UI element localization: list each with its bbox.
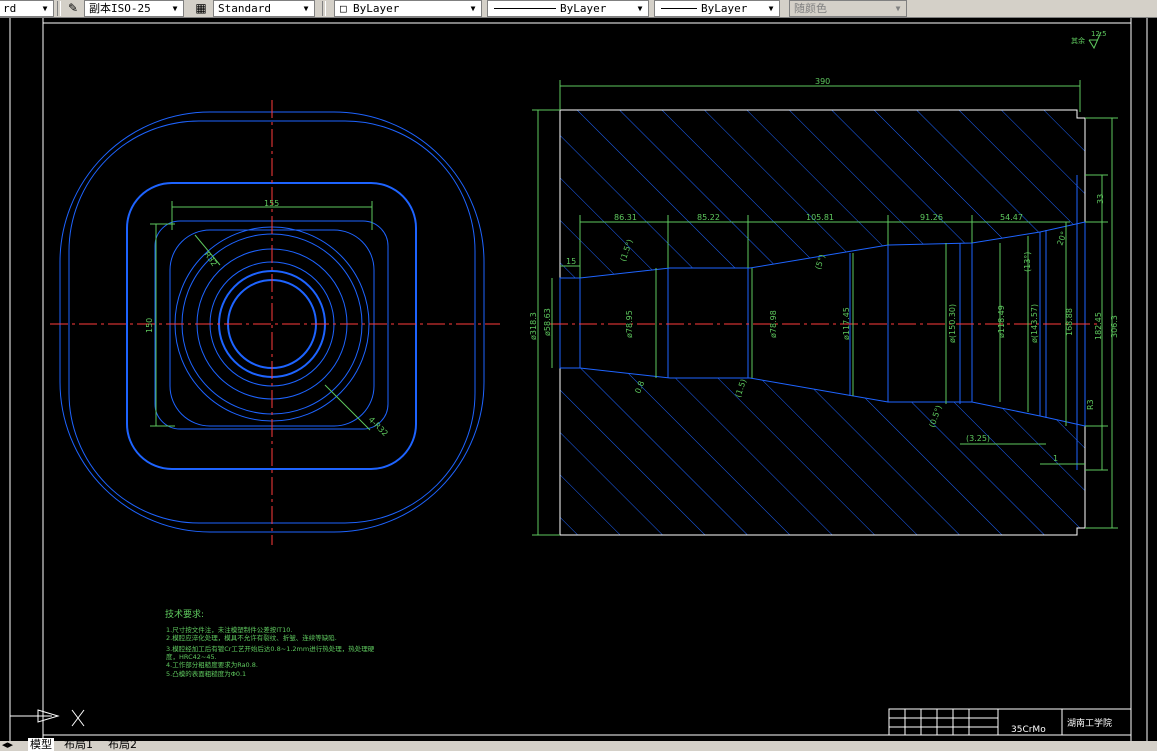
tab-layout1[interactable]: 布局1 — [64, 738, 93, 751]
drawing-canvas[interactable]: 155 150 R32 4-R32 390 86.31 85.22 105.81… — [0, 18, 1157, 741]
dim-118: ø118.49 — [997, 305, 1006, 338]
layout-tabbar: ◂▸ 模型 布局1 布局2 — [0, 738, 1157, 751]
chevron-down-icon: ▼ — [637, 4, 643, 13]
dim-78b: ø78.98 — [769, 310, 778, 338]
dim-33: 33 — [1096, 194, 1105, 204]
lineweight-combo[interactable]: ByLayer ▼ — [654, 0, 780, 17]
dim-78a: ø78.95 — [625, 310, 634, 338]
table-style-combo[interactable]: Standard ▼ — [213, 0, 315, 17]
top-view-dimensions — [150, 201, 373, 431]
dim-angle-d: (13°) — [1023, 252, 1032, 272]
linetype-sample-line — [494, 8, 556, 9]
dim-r3: R3 — [1086, 399, 1095, 410]
lineweight-value: ByLayer — [701, 2, 748, 15]
tech-line-4: 度，HRC42~45. — [166, 652, 217, 661]
dim-91-26: 91.26 — [920, 213, 943, 222]
dim-105-81: 105.81 — [806, 213, 834, 222]
dim-3-25: (3.25) — [966, 434, 990, 443]
dim-150-30: ø(150.30) — [948, 304, 957, 343]
tab-layout2[interactable]: 布局2 — [108, 738, 137, 751]
chevron-down-icon: ▼ — [470, 4, 476, 13]
chevron-down-icon: ▼ — [172, 4, 178, 13]
tech-line-1: 1.尺寸按文件注，未注模塑制件公差按IT10. — [166, 625, 292, 634]
table-style-icon[interactable]: ▦ — [193, 1, 209, 16]
roughness-value: 12.5 — [1091, 30, 1107, 38]
tech-line-5: 4.工作部分粗糙度要求为Ra0.8. — [166, 660, 258, 669]
text-style-combo[interactable]: rd ▼ — [0, 0, 54, 17]
plot-style-combo[interactable]: 随颜色 ▼ — [789, 0, 907, 17]
dim-86-31: 86.31 — [614, 213, 637, 222]
dim-style-combo[interactable]: 副本ISO-25 ▼ — [84, 0, 184, 17]
dim-306: 306.3 — [1110, 315, 1119, 338]
dim-58: ø58.63 — [543, 308, 552, 336]
toolbar-separator — [322, 1, 326, 16]
chevron-down-icon: ▼ — [42, 4, 48, 13]
dim-182: 182.45 — [1094, 312, 1103, 340]
dim-117: ø117.45 — [842, 307, 851, 340]
dim-168: 168.88 — [1065, 308, 1074, 336]
table-style-value: Standard — [218, 2, 271, 15]
roughness-symbol: 其余 12.5 — [1071, 30, 1107, 50]
dim-143: ø(143.57) — [1030, 304, 1039, 343]
color-control-combo[interactable]: □ ByLayer ▼ — [334, 0, 482, 17]
dim-390: 390 — [815, 77, 830, 86]
chevron-down-icon: ▼ — [895, 4, 901, 13]
dim-150: 150 — [145, 318, 154, 333]
title-school: 湖南工学院 — [1067, 717, 1112, 729]
color-swatch-icon: □ — [340, 2, 347, 15]
roughness-label: 其余 — [1071, 36, 1085, 45]
properties-toolbar: rd ▼ ✎ 副本ISO-25 ▼ ▦ Standard ▼ □ ByLayer… — [0, 0, 1157, 18]
dimension-style-icon[interactable]: ✎ — [65, 1, 81, 16]
linetype-combo[interactable]: ByLayer ▼ — [487, 0, 649, 17]
dim-4-r32: 4-R32 — [367, 415, 390, 438]
title-material: 35CrMo — [1011, 725, 1046, 735]
tab-nav-arrows[interactable]: ◂▸ — [2, 738, 13, 751]
dim-85-22: 85.22 — [697, 213, 720, 222]
technical-requirements: 技术要求: 1.尺寸按文件注，未注模塑制件公差按IT10. 2.模腔应淬化处理，… — [165, 608, 375, 678]
dim-318: ø318.3 — [529, 312, 538, 340]
tech-line-2: 2.模腔应淬化处理，模具不允许有裂纹、折皱、连续等缺陷. — [166, 633, 337, 642]
tab-model[interactable]: 模型 — [28, 738, 54, 751]
dim-15: 15 — [566, 257, 576, 266]
dim-155: 155 — [264, 199, 279, 208]
chevron-down-icon: ▼ — [768, 4, 774, 13]
chevron-down-icon: ▼ — [303, 4, 309, 13]
ucs-icon — [10, 709, 85, 727]
dim-style-value: 副本ISO-25 — [89, 2, 151, 15]
linetype-value: ByLayer — [560, 2, 607, 15]
tech-line-3: 3.模腔经加工后有镀Cr工艺开始后达0.8~1.2mm进行热处理，热处理硬 — [166, 644, 375, 653]
lineweight-sample-line — [661, 8, 697, 9]
text-style-value: rd — [3, 2, 17, 15]
tech-title: 技术要求: — [165, 608, 204, 620]
tech-line-6: 5.凸模的表面粗糙度为Φ0.1 — [166, 669, 246, 678]
plot-style-value: 随颜色 — [794, 2, 827, 15]
dim-1: 1 — [1053, 454, 1058, 463]
color-value: ByLayer — [353, 2, 400, 15]
dim-54-47: 54.47 — [1000, 213, 1023, 222]
toolbar-separator — [57, 1, 61, 16]
